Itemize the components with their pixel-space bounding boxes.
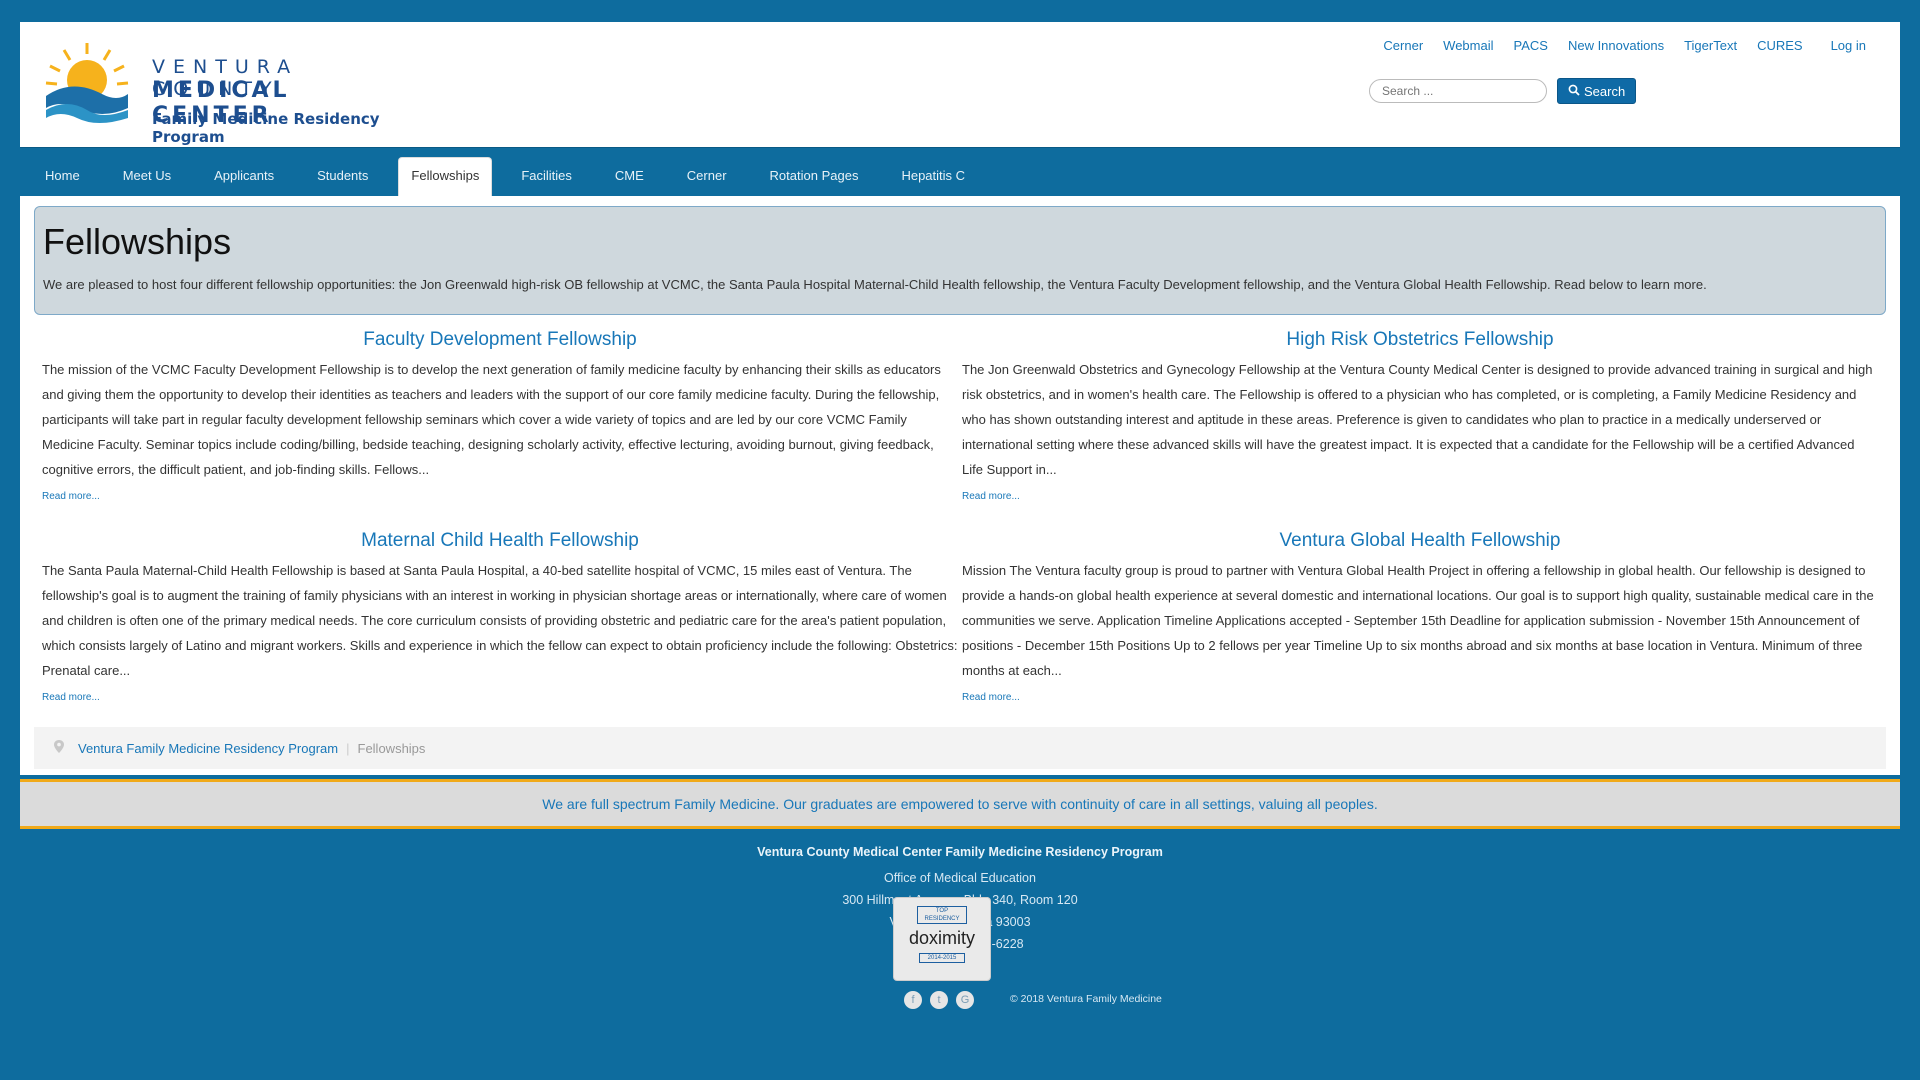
- toplink-webmail[interactable]: Webmail: [1433, 38, 1503, 53]
- footer-program-name: Ventura County Medical Center Family Med…: [757, 845, 1163, 859]
- search-form: Search: [1369, 78, 1637, 104]
- nav-applicants[interactable]: Applicants: [193, 156, 295, 196]
- search-button[interactable]: Search: [1557, 78, 1637, 104]
- fellowship-summary: The Santa Paula Maternal-Child Health Fe…: [42, 563, 958, 678]
- fellowship-summary: The mission of the VCMC Faculty Developm…: [42, 362, 941, 477]
- site-header: VENTURA COUNTY MEDICAL CENTER Family Med…: [20, 22, 1900, 148]
- hero-box: Fellowships We are pleased to host four …: [34, 206, 1886, 315]
- doximity-badge[interactable]: TOP RESIDENCY doximity 2014-2015: [893, 897, 991, 981]
- page-wrapper: VENTURA COUNTY MEDICAL CENTER Family Med…: [20, 22, 1900, 955]
- toplink-pacs[interactable]: PACS: [1504, 38, 1558, 53]
- copyright-text: © 2018 Ventura Family Medicine: [1010, 993, 1162, 1005]
- badge-brand: doximity: [908, 928, 975, 948]
- badge-residency-text: RESIDENCY: [924, 916, 960, 922]
- badge-years: 2014-2015: [919, 953, 965, 963]
- breadcrumb-current: Fellowships: [357, 740, 426, 756]
- nav-home[interactable]: Home: [24, 156, 101, 196]
- nav-rotation-pages[interactable]: Rotation Pages: [749, 156, 880, 196]
- breadcrumb-home-link[interactable]: Ventura Family Medicine Residency Progra…: [78, 741, 338, 756]
- logo-line-3: Family Medicine Residency Program: [152, 110, 380, 146]
- read-more-link[interactable]: Read more...: [962, 491, 1020, 502]
- fellowship-grid: Faculty Development Fellowship The missi…: [34, 315, 1886, 727]
- nav-meet-us[interactable]: Meet Us: [102, 156, 192, 196]
- page-title: Fellowships: [43, 221, 232, 262]
- read-more-link[interactable]: Read more...: [962, 692, 1020, 703]
- nav-students[interactable]: Students: [296, 156, 389, 196]
- mission-banner: We are full spectrum Family Medicine. Ou…: [20, 779, 1900, 829]
- badge-shield: TOP RESIDENCY: [917, 906, 967, 924]
- nav-hepatitis-c[interactable]: Hepatitis C: [880, 156, 986, 196]
- toplink-tigertext[interactable]: TigerText: [1674, 38, 1747, 53]
- login-link[interactable]: Log in: [1821, 38, 1876, 53]
- fellowship-title[interactable]: Ventura Global Health Fellowship: [962, 530, 1878, 552]
- nav-cme[interactable]: CME: [594, 156, 665, 196]
- site-logo[interactable]: VENTURA COUNTY MEDICAL CENTER Family Med…: [42, 38, 412, 146]
- twitter-icon[interactable]: t: [930, 991, 948, 1009]
- fellowship-card: Faculty Development Fellowship The missi…: [42, 325, 962, 504]
- footer-office: Office of Medical Education: [884, 871, 1036, 885]
- fellowship-card: Maternal Child Health Fellowship The San…: [42, 526, 962, 705]
- fellowship-summary: The Jon Greenwald Obstetrics and Gynecol…: [962, 362, 1873, 477]
- nav-facilities[interactable]: Facilities: [500, 156, 593, 196]
- breadcrumb-separator: |: [346, 740, 350, 756]
- fellowship-title[interactable]: Faculty Development Fellowship: [42, 329, 958, 351]
- fellowship-title[interactable]: Maternal Child Health Fellowship: [42, 530, 958, 552]
- read-more-link[interactable]: Read more...: [42, 491, 100, 502]
- search-icon: [1568, 84, 1580, 99]
- main-nav: Home Meet Us Applicants Students Fellows…: [20, 148, 1900, 196]
- page-intro: We are pleased to host four different fe…: [43, 277, 1707, 292]
- location-pin-icon: [54, 740, 64, 756]
- badge-top-text: TOP: [935, 908, 949, 914]
- breadcrumb: Ventura Family Medicine Residency Progra…: [34, 727, 1886, 769]
- sun-wave-logo-icon: [45, 43, 129, 123]
- search-button-label: Search: [1584, 83, 1626, 99]
- nav-cerner[interactable]: Cerner: [666, 156, 748, 196]
- toplink-new-innovations[interactable]: New Innovations: [1558, 38, 1674, 53]
- read-more-link[interactable]: Read more...: [42, 692, 100, 703]
- search-input[interactable]: [1369, 79, 1547, 103]
- toplink-cures[interactable]: CURES: [1747, 38, 1813, 53]
- facebook-icon[interactable]: f: [904, 991, 922, 1009]
- fellowship-summary: Mission The Ventura faculty group is pro…: [962, 563, 1874, 678]
- toplink-cerner[interactable]: Cerner: [1373, 38, 1433, 53]
- fellowship-card: Ventura Global Health Fellowship Mission…: [962, 526, 1882, 705]
- nav-fellowships[interactable]: Fellowships: [398, 157, 493, 196]
- top-links: Cerner Webmail PACS New Innovations Tige…: [1373, 38, 1876, 53]
- main-content: Fellowships We are pleased to host four …: [20, 196, 1900, 775]
- fellowship-title[interactable]: High Risk Obstetrics Fellowship: [962, 329, 1878, 351]
- fellowship-card: High Risk Obstetrics Fellowship The Jon …: [962, 325, 1882, 504]
- social-links: f t G: [904, 991, 974, 1009]
- google-plus-icon[interactable]: G: [956, 991, 974, 1009]
